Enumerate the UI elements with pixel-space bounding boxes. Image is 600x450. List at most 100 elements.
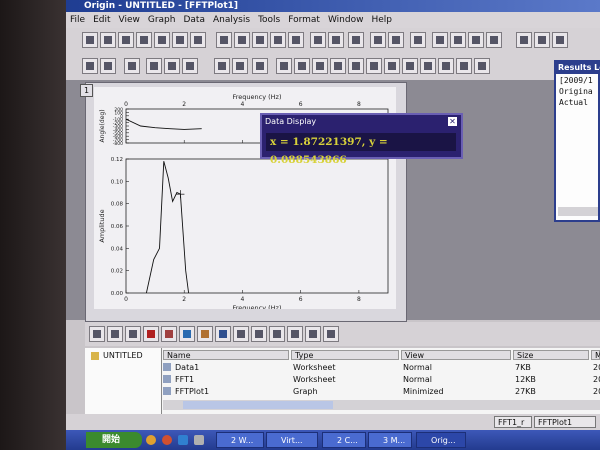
copy-button[interactable] [534,32,550,48]
quick-launch-icon[interactable] [194,435,204,445]
table-row[interactable]: FFT1 Worksheet Normal 12KB 20 [163,374,600,386]
column-header-view[interactable]: View [401,350,511,360]
import-button[interactable] [310,32,326,48]
clock-button[interactable] [252,58,268,74]
column-header-m[interactable]: M [591,350,600,360]
menu-edit[interactable]: Edit [89,12,114,28]
open-template-button[interactable] [234,32,250,48]
cut-button[interactable] [516,32,532,48]
scatter-plot-button[interactable] [107,326,123,342]
column-header-name[interactable]: Name [163,350,289,360]
taskbar-item-active[interactable]: Orig... [416,432,466,448]
print-button[interactable] [348,32,364,48]
new-excel-button[interactable] [190,32,206,48]
refresh-button[interactable] [370,32,386,48]
open-button[interactable] [216,32,232,48]
quick-launch-icon[interactable] [162,435,172,445]
table-row[interactable]: Data1 Worksheet Normal 7KB 20 [163,362,600,374]
menu-view[interactable]: View [115,12,144,28]
rescale-button[interactable] [124,58,140,74]
line-tool[interactable] [438,58,454,74]
script-window-button[interactable] [450,32,466,48]
x-tick-label: 6 [299,101,303,108]
open-excel-button[interactable] [252,32,268,48]
quick-launch-icon[interactable] [146,435,156,445]
save-button[interactable] [270,32,286,48]
line-plot-button[interactable] [89,326,105,342]
line-symbol-button[interactable] [125,326,141,342]
stack-button[interactable] [287,326,303,342]
taskbar-item[interactable]: 2 C... [322,432,366,448]
arrow-tool[interactable] [402,58,418,74]
new-graph-button[interactable] [118,32,134,48]
draw-data-tool[interactable] [366,58,382,74]
data-selector-tool[interactable] [348,58,364,74]
high-low-button[interactable] [305,326,321,342]
menu-help[interactable]: Help [367,12,396,28]
pie-chart-button[interactable] [179,326,195,342]
ternary-button[interactable] [251,326,267,342]
paste-button[interactable] [552,32,568,48]
column-header-size[interactable]: Size [513,350,589,360]
area-plot-button[interactable] [197,326,213,342]
data-reader-tool[interactable] [330,58,346,74]
new-project-button[interactable] [82,32,98,48]
taskbar-item[interactable]: Virt... [266,432,318,448]
code-builder-button[interactable] [468,32,484,48]
pointer-tool[interactable] [276,58,292,74]
close-icon[interactable]: ✕ [448,117,457,126]
menu-tools[interactable]: Tools [254,12,284,28]
layer-number-button[interactable]: 1 [80,84,93,97]
column-plot-button[interactable] [143,326,159,342]
menu-file[interactable]: File [66,12,89,28]
project-tree[interactable]: UNTITLED [85,348,162,414]
new-matrix-button[interactable] [136,32,152,48]
data-display-window[interactable]: Data Display ✕ x = 1.87221397, y = 0.088… [260,113,463,166]
menu-window[interactable]: Window [324,12,368,28]
taskbar-item[interactable]: 3 M... [368,432,412,448]
table-row[interactable]: FFTPlot1 Graph Minimized 27KB 20 [163,386,600,396]
menu-data[interactable]: Data [179,12,209,28]
start-button[interactable]: 開始 [86,432,142,448]
import-multi-button[interactable] [328,32,344,48]
results-log-button[interactable] [432,32,448,48]
menu-analysis[interactable]: Analysis [209,12,254,28]
results-log-scrollbar[interactable] [558,207,598,216]
taskbar-item[interactable]: 2 W... [216,432,264,448]
screen-reader-tool[interactable] [312,58,328,74]
save-template-button[interactable] [288,32,304,48]
color-scale-button[interactable] [214,58,230,74]
bar-plot-button[interactable] [161,326,177,342]
quick-launch-icon[interactable] [178,435,188,445]
duplicate-button[interactable] [388,32,404,48]
zoom-out-button[interactable] [100,58,116,74]
new-function-button[interactable] [154,32,170,48]
box-chart-button[interactable] [323,326,339,342]
new-worksheet-button[interactable] [100,32,116,48]
new-layout-button[interactable] [172,32,188,48]
zoom-tool[interactable] [294,58,310,74]
column-header-type[interactable]: Type [291,350,399,360]
add-layer-button[interactable] [164,58,180,74]
timestamp-button[interactable] [232,58,248,74]
text-tool[interactable] [384,58,400,74]
tree-root-label[interactable]: UNTITLED [103,351,143,360]
extract-button[interactable] [146,58,162,74]
results-log-window[interactable]: Results Lo [2009/1 Origina Actual [554,60,600,222]
circle-tool[interactable] [474,58,490,74]
vector-button[interactable] [269,326,285,342]
rectangle-tool[interactable] [456,58,472,74]
add-app-button[interactable] [486,32,502,48]
explorer-scrollbar[interactable] [163,400,600,410]
menu-format[interactable]: Format [284,12,324,28]
menu-graph[interactable]: Graph [144,12,180,28]
x-tick-label: 2 [182,101,186,108]
polar-button[interactable] [233,326,249,342]
project-explorer-button[interactable] [410,32,426,48]
zoom-in-button[interactable] [82,58,98,74]
curved-arrow-tool[interactable] [420,58,436,74]
scrollbar-thumb[interactable] [183,401,333,409]
fill-area-button[interactable] [215,326,231,342]
scatter-icon [111,330,119,338]
add-right-axis-button[interactable] [182,58,198,74]
